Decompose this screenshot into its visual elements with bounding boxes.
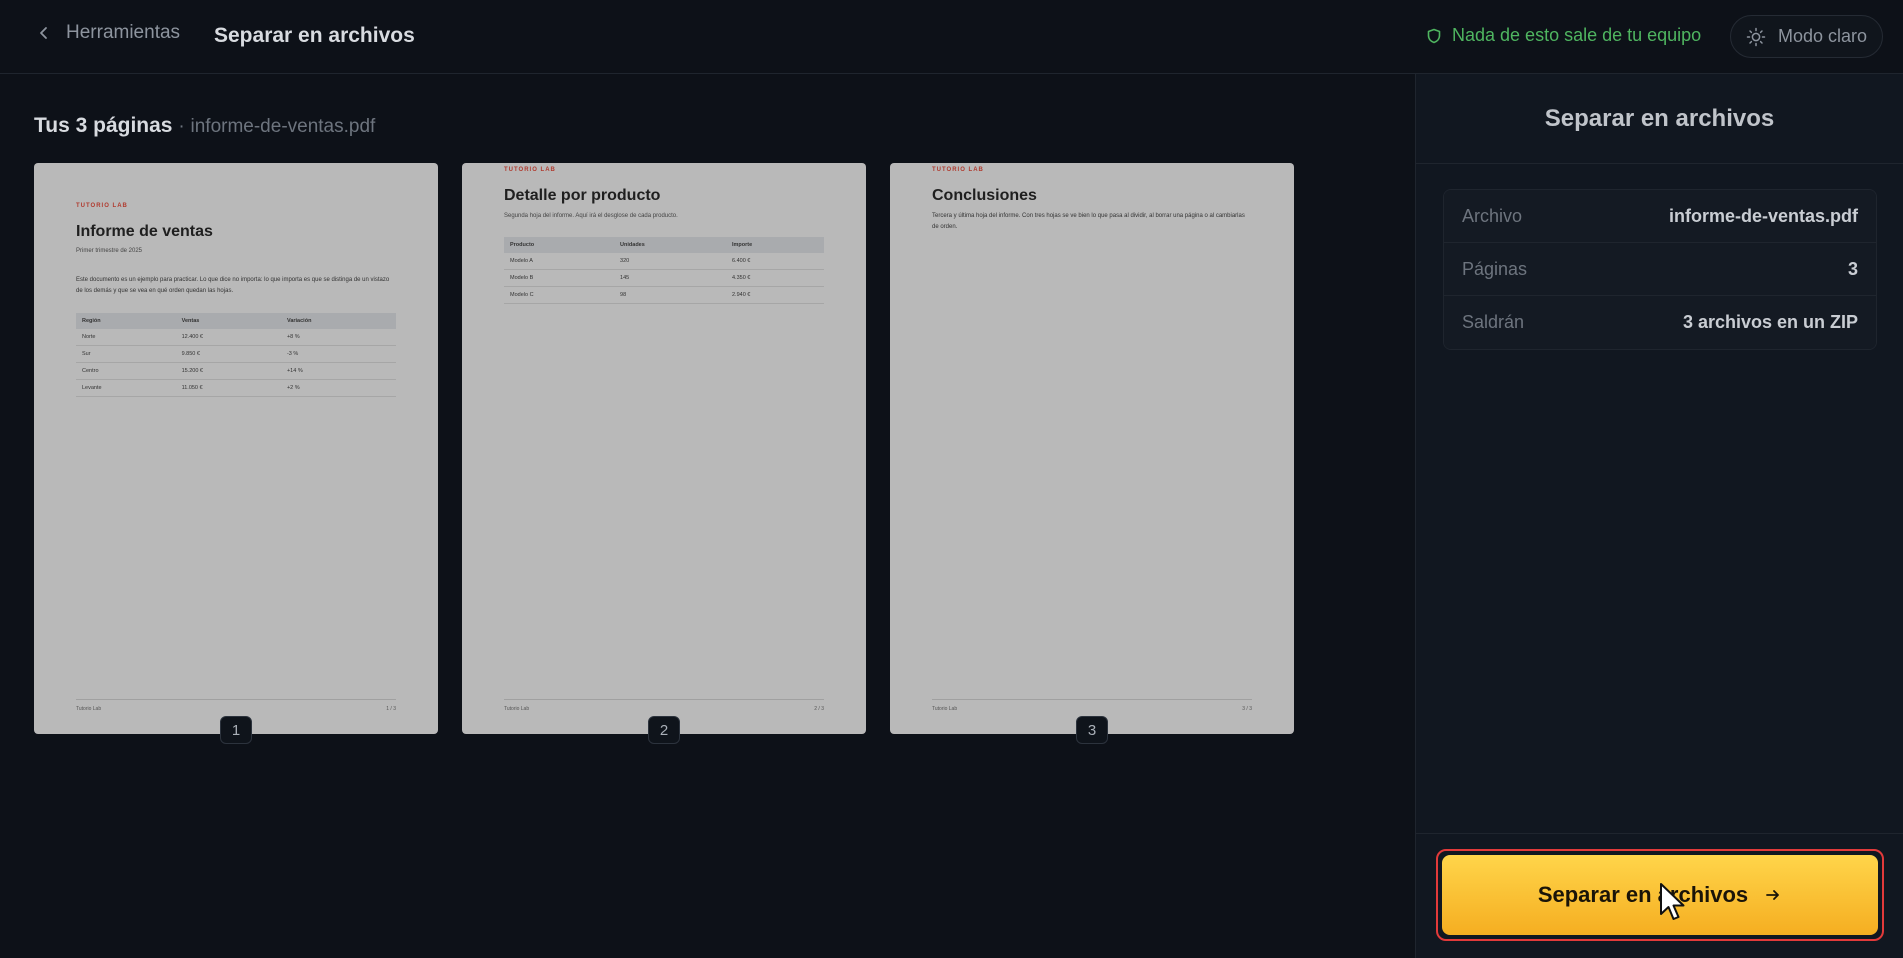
doc-subtitle: Primer trimestre de 2025 (76, 248, 143, 254)
sun-icon (1746, 27, 1766, 46)
info-row-pages: Páginas 3 (1444, 243, 1876, 296)
theme-label: Modo claro (1777, 26, 1868, 46)
doc-title: Detalle por producto (504, 187, 661, 204)
table-row: Modelo B 145 4.350 € (504, 269, 824, 287)
file-info-card: Archivo informe-de-ventas.pdf Páginas 3 … (1443, 189, 1877, 350)
heading-separator: · (178, 116, 185, 137)
doc-table: Región Ventas Variación Norte 12.400 € +8 % … (76, 313, 396, 397)
page-thumbnail-2[interactable]: TUTORIO LAB Detalle por producto Segunda… (462, 163, 866, 744)
action-panel: Separar en archivos Archivo informe-de-v… (1415, 74, 1903, 958)
table-row: Centro 15.200 € +14 % (76, 362, 396, 380)
doc-tag: TUTORIO LAB (932, 167, 984, 173)
page-title: Separar en archivos (214, 24, 415, 47)
page-number-badge: 3 (1076, 716, 1108, 744)
theme-toggle-button[interactable]: Modo claro (1730, 15, 1883, 58)
doc-footer-rule (76, 699, 396, 700)
pages-count-label: Tus 3 páginas (34, 114, 173, 137)
doc-footer-rule (932, 699, 1252, 700)
doc-footer-left: Tutorio Lab (76, 706, 102, 712)
info-row-output: Saldrán 3 archivos en un ZIP (1444, 296, 1876, 349)
privacy-text: Nada de esto sale de tu equipo (1452, 25, 1702, 45)
doc-title: Informe de ventas (76, 223, 213, 240)
info-key: Saldrán (1462, 312, 1525, 332)
table-row: Sur 9.850 € -3 % (76, 345, 396, 363)
info-value: 3 archivos en un ZIP (1682, 312, 1858, 332)
doc-footer-rule (504, 699, 824, 700)
page-number-badge: 2 (648, 716, 680, 744)
info-value: informe-de-ventas.pdf (1668, 205, 1858, 226)
mouse-cursor-icon (1660, 883, 1685, 920)
doc-subtitle: Segunda hoja del informe. Aquí irá el de… (504, 213, 678, 219)
arrow-right-icon (1766, 890, 1780, 900)
doc-footer-right: 1 / 3 (386, 706, 396, 712)
doc-footer-right: 2 / 3 (814, 706, 824, 712)
doc-paragraph: Este documento es un ejemplo para practi… (76, 277, 390, 294)
doc-tag: TUTORIO LAB (76, 203, 128, 209)
table-header: Producto (504, 237, 615, 253)
top-bar: Herramientas Separar en archivos Nada de… (0, 0, 1903, 74)
table-header: Ventas (175, 313, 281, 329)
doc-title: Conclusiones (932, 187, 1037, 204)
page-thumbnail-1[interactable]: TUTORIO LAB Informe de ventas Primer tri… (34, 163, 438, 744)
chevron-left-icon (40, 27, 47, 39)
table-row: Levante 11.050 € +2 % (76, 379, 396, 397)
doc-paragraph: Tercera y última hoja del informe. Con t… (932, 213, 1245, 230)
privacy-notice: Nada de esto sale de tu equipo (1426, 25, 1701, 46)
info-key: Archivo (1462, 205, 1523, 226)
table-row: Norte 12.400 € +8 % (76, 329, 396, 346)
page-number-badge: 1 (220, 716, 252, 744)
table-header: Unidades (614, 237, 726, 253)
shield-icon (1427, 28, 1441, 43)
pages-heading: Tus 3 páginas · informe-de-ventas.pdf (34, 114, 375, 138)
table-row: Modelo C 98 2.940 € (504, 286, 824, 304)
panel-title: Separar en archivos (1416, 74, 1903, 164)
table-header: Importe (726, 237, 824, 253)
doc-footer-left: Tutorio Lab (504, 706, 530, 712)
split-button-label: Separar en archivos (1537, 882, 1749, 907)
back-label: Herramientas (66, 22, 181, 43)
info-key: Páginas (1462, 258, 1528, 279)
page-thumbnail-3[interactable]: TUTORIO LAB Conclusiones Tercera y últim… (890, 163, 1294, 744)
info-value: 3 (1847, 258, 1858, 279)
doc-table: Producto Unidades Importe Modelo A 320 6.400… (504, 237, 824, 304)
doc-footer-right: 3 / 3 (1242, 706, 1252, 712)
file-name: informe-de-ventas.pdf (190, 116, 376, 137)
info-row-file: Archivo informe-de-ventas.pdf (1444, 190, 1876, 243)
table-header: Variación (280, 313, 396, 329)
doc-tag: TUTORIO LAB (504, 167, 556, 173)
table-header: Región (76, 313, 176, 329)
back-to-tools-link[interactable]: Herramientas (36, 22, 180, 44)
table-row: Modelo A 320 6.400 € (504, 253, 824, 270)
doc-footer-left: Tutorio Lab (932, 706, 958, 712)
